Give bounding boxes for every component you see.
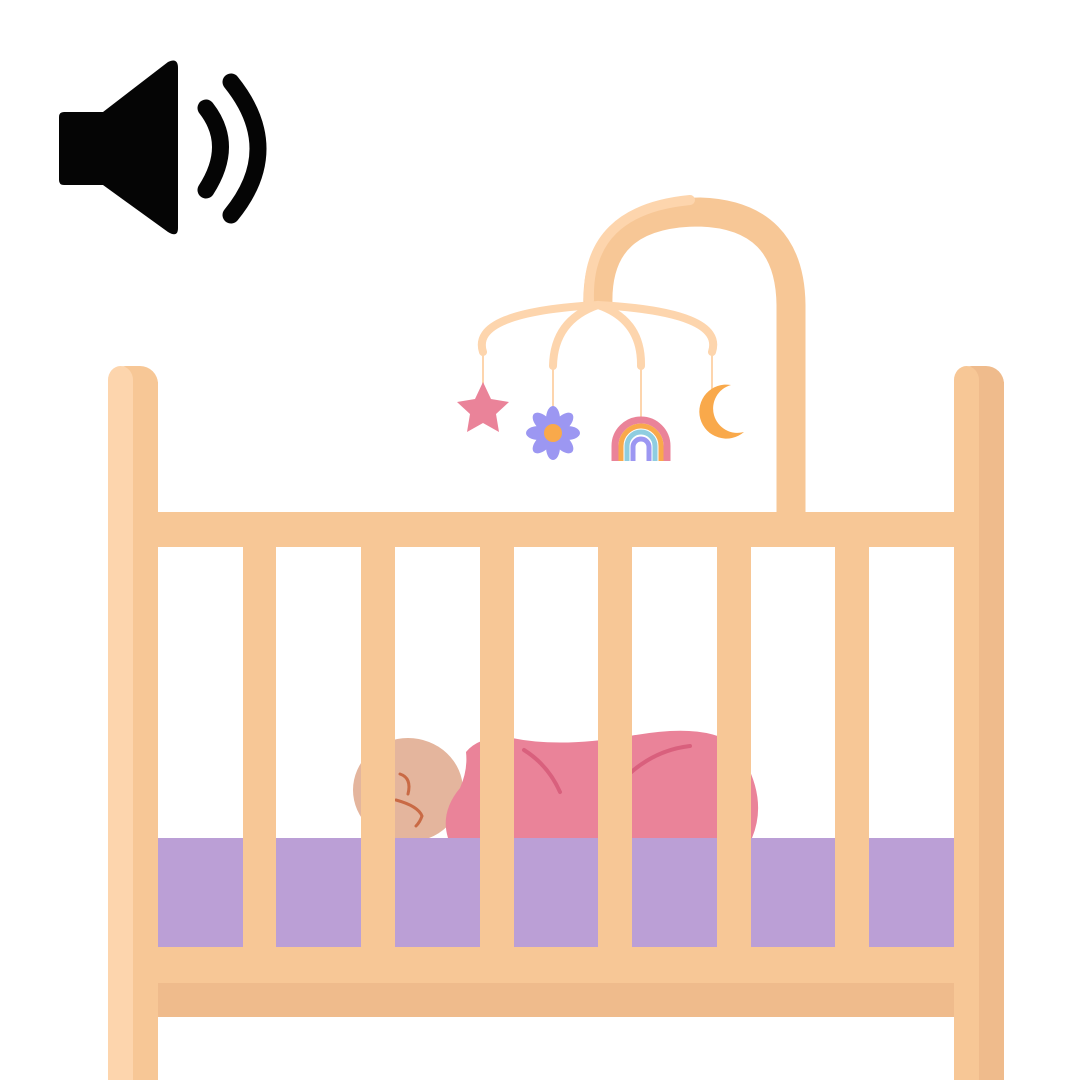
crib-slat: [361, 545, 395, 949]
crib-bottom-rail: [155, 947, 957, 983]
rainbow-icon: [611, 416, 671, 461]
mobile-arm: [583, 197, 806, 514]
crib-post-left: [108, 366, 158, 1080]
crib-top-rail: [155, 512, 957, 547]
crib-post-right: [954, 366, 1004, 1080]
star-icon: [457, 382, 509, 432]
crib-base-board: [155, 983, 957, 1017]
mobile-hanger-inner: [549, 300, 646, 370]
crib-slat: [598, 545, 632, 949]
crib-slat: [835, 545, 869, 949]
baby-mobile: [457, 195, 806, 514]
crib-slat: [243, 545, 276, 949]
sleeping-baby: [353, 730, 759, 842]
crib-illustration: [108, 195, 1004, 1080]
crib-slat: [480, 545, 514, 949]
crib-slat: [717, 545, 751, 949]
mobile-hanger-outer: [477, 300, 718, 356]
flower-icon: [526, 406, 580, 460]
moon-icon: [699, 384, 744, 439]
